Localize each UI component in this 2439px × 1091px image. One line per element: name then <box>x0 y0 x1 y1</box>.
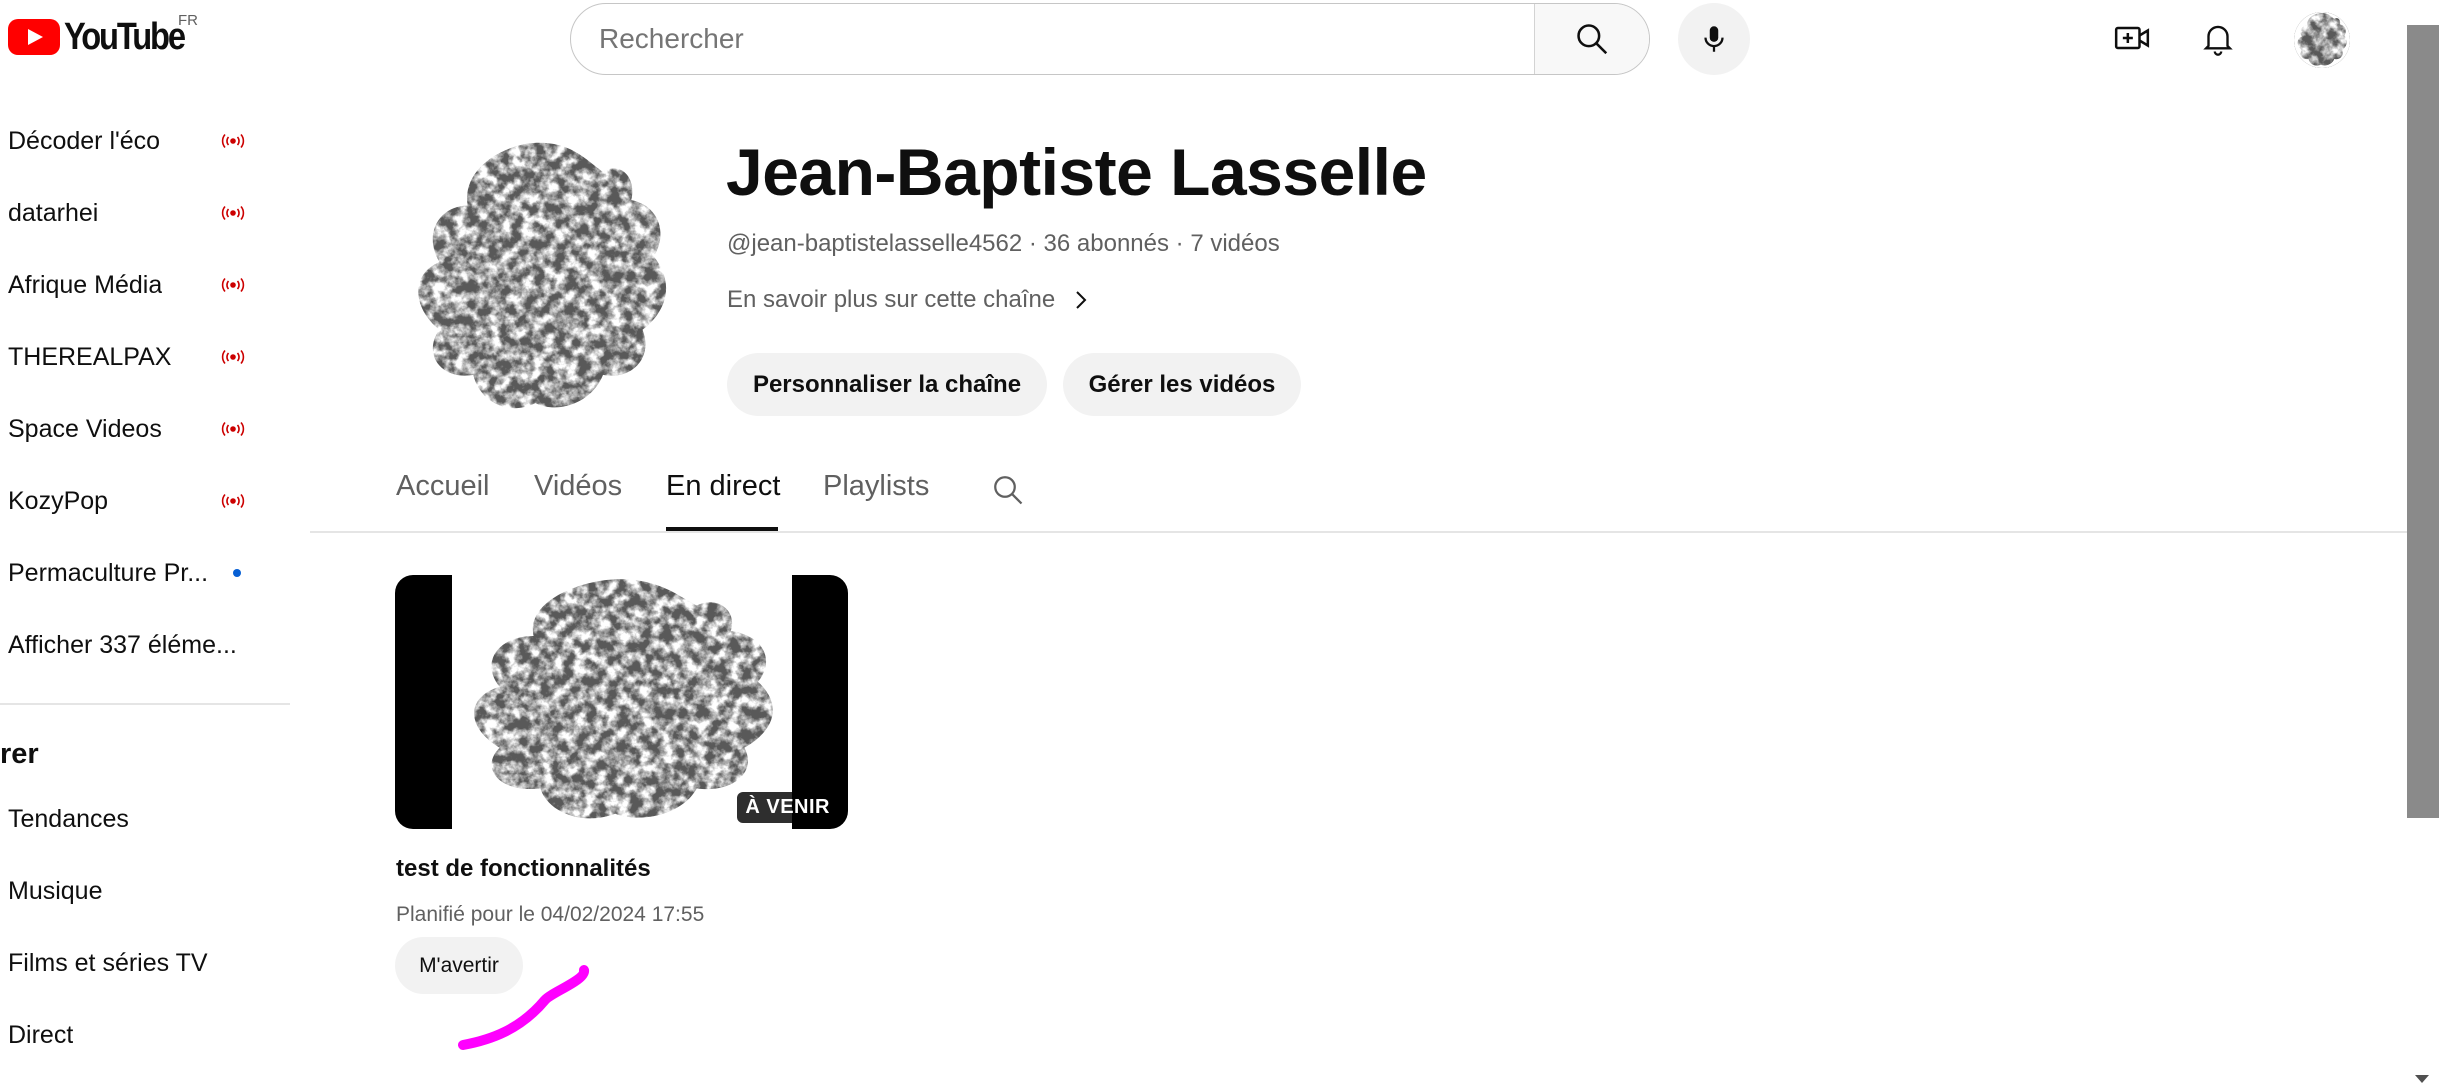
youtube-play-icon <box>8 19 60 55</box>
live-indicator-icon <box>221 205 245 221</box>
sidebar-item-datarhei[interactable]: datarhei <box>8 183 248 243</box>
sidebar-item-label: Films et séries TV <box>8 948 208 977</box>
sidebar-show-more[interactable]: Afficher 337 éléme... <box>8 615 248 675</box>
tab-accueil[interactable]: Accueil <box>396 470 490 503</box>
channel-avatar <box>400 138 682 420</box>
create-video-icon <box>2114 26 2150 50</box>
page-scrollbar-thumb[interactable] <box>2407 25 2439 818</box>
search-button[interactable] <box>1534 4 1649 74</box>
search-icon <box>1577 24 1608 55</box>
notifications-button[interactable] <box>2196 16 2240 60</box>
sidebar-divider <box>0 703 290 705</box>
tabs-divider <box>310 531 2430 533</box>
channel-search-button[interactable] <box>990 472 1028 510</box>
sidebar-item-label: Afrique Média <box>8 270 163 299</box>
channel-name: Jean-Baptiste Lasselle <box>726 135 1427 209</box>
live-indicator-icon <box>221 421 245 437</box>
customize-channel-button[interactable]: Personnaliser la chaîne <box>727 353 1047 416</box>
search-input[interactable] <box>571 4 1534 74</box>
account-avatar[interactable] <box>2294 12 2350 68</box>
sidebar-item-kozypop[interactable]: KozyPop <box>8 471 248 531</box>
sidebar-item-label: Musique <box>8 876 103 905</box>
chevron-right-icon <box>1076 291 1087 309</box>
about-link-label: En savoir plus sur cette chaîne <box>727 286 1056 313</box>
microphone-icon <box>1704 26 1724 52</box>
video-title[interactable]: test de fonctionnalités <box>396 855 651 883</box>
upcoming-badge: À VENIR <box>737 792 838 823</box>
logo-wordmark: YouTube <box>64 16 186 58</box>
sidebar-item-direct[interactable]: Direct <box>8 1005 248 1065</box>
manage-videos-button[interactable]: Gérer les vidéos <box>1063 353 1301 416</box>
sidebar-section-title: rer <box>0 738 39 770</box>
sidebar-item-decoder-l-eco[interactable]: Décoder l'éco <box>8 111 248 171</box>
tab-playlists[interactable]: Playlists <box>823 470 929 503</box>
tab-en-direct[interactable]: En direct <box>666 470 780 503</box>
new-content-dot <box>233 569 241 577</box>
channel-meta: @jean-baptistelasselle4562 · 36 abonnés … <box>727 230 1280 257</box>
sidebar-item-musique[interactable]: Musique <box>8 861 248 921</box>
channel-about-link[interactable]: En savoir plus sur cette chaîne <box>727 286 1089 314</box>
sidebar-item-films-series[interactable]: Films et séries TV <box>8 933 248 993</box>
tab-videos[interactable]: Vidéos <box>534 470 622 503</box>
live-indicator-icon <box>221 349 245 365</box>
sidebar-item-therealpax[interactable]: THEREALPAX <box>8 327 248 387</box>
sidebar-item-label: Direct <box>8 1020 74 1049</box>
sidebar-item-space-videos[interactable]: Space Videos <box>8 399 248 459</box>
search-bar <box>570 3 1650 75</box>
create-button[interactable] <box>2110 16 2154 60</box>
youtube-logo[interactable]: YouTube <box>8 18 203 56</box>
live-indicator-icon <box>221 277 245 293</box>
sidebar-item-label: KozyPop <box>8 486 109 515</box>
voice-search-button[interactable] <box>1678 3 1750 75</box>
scroll-down-arrow-icon[interactable] <box>2412 1072 2432 1086</box>
country-code: FR <box>178 12 198 29</box>
sidebar-item-label: Décoder l'éco <box>8 126 161 155</box>
sidebar-item-afrique-media[interactable]: Afrique Média <box>8 255 248 315</box>
sidebar-item-label: Tendances <box>8 804 129 833</box>
video-thumbnail[interactable]: À VENIR <box>395 575 848 829</box>
sidebar-item-label: THEREALPAX <box>8 342 172 371</box>
notifications-bell-icon <box>2203 25 2233 56</box>
sidebar-item-permaculture[interactable]: Permaculture Pr... <box>8 543 248 603</box>
search-icon <box>994 476 1023 505</box>
sidebar-item-tendances[interactable]: Tendances <box>8 789 248 849</box>
thumbnail-image <box>452 575 792 829</box>
live-indicator-icon <box>221 493 245 509</box>
video-schedule: Planifié pour le 04/02/2024 17:55 <box>396 903 705 926</box>
sidebar-item-label: Permaculture Pr... <box>8 558 209 587</box>
sidebar-item-label: Space Videos <box>8 414 162 443</box>
sidebar-item-label: datarhei <box>8 198 99 227</box>
live-indicator-icon <box>221 133 245 149</box>
remind-me-button[interactable]: M'avertir <box>395 937 523 994</box>
sidebar-item-label: Afficher 337 éléme... <box>8 630 237 659</box>
